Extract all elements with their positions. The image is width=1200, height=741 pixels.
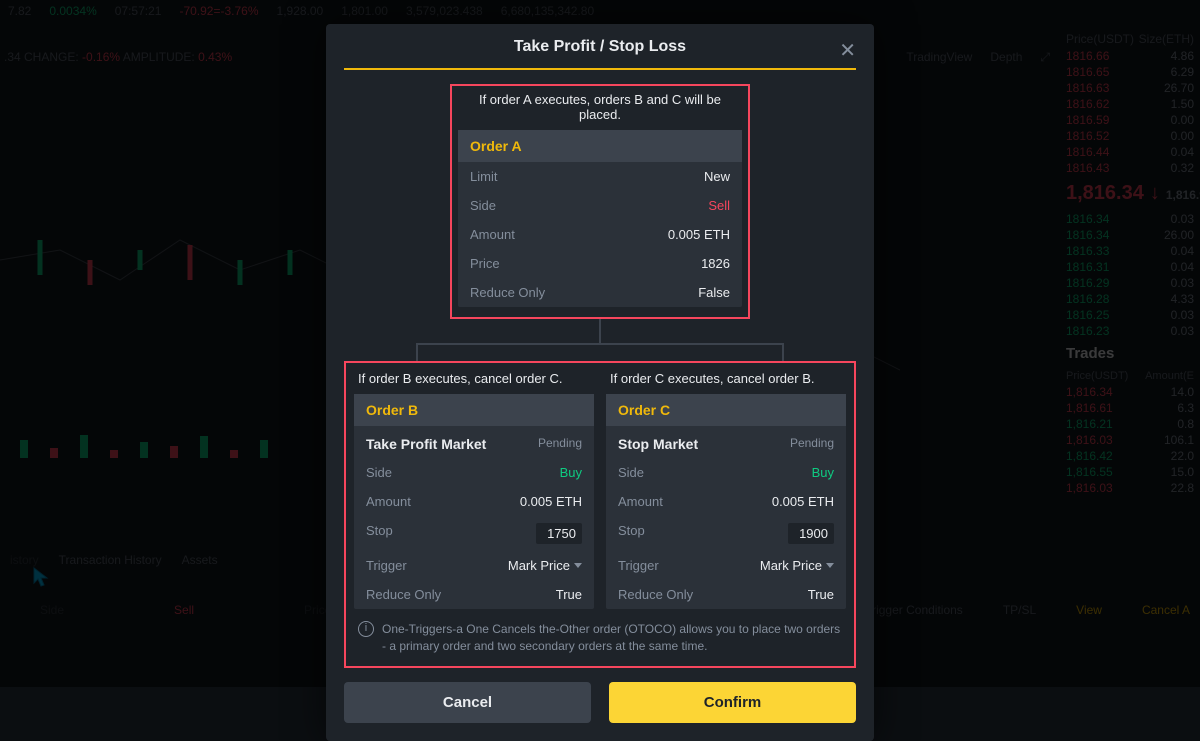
order-field-value: True xyxy=(556,587,582,602)
order-field-value: Buy xyxy=(560,465,582,480)
modal-title: Take Profit / Stop Loss xyxy=(326,24,874,68)
order-field-row: Amount 0.005 ETH xyxy=(606,487,846,516)
stop-price-input[interactable]: 1750 xyxy=(536,523,582,544)
order-field-key: Price xyxy=(470,256,500,271)
order-field-value: Sell xyxy=(708,198,730,213)
info-icon: i xyxy=(358,621,374,637)
order-field-key: Side xyxy=(366,465,392,480)
order-field-key: Amount xyxy=(618,494,663,509)
order-b-card: Order B Take Profit Market Pending Side Bu… xyxy=(354,394,594,609)
order-c-card: Order C Stop Market Pending Side Buy Amount… xyxy=(606,394,846,609)
connector-tee xyxy=(416,343,784,345)
order-c-description: If order C executes, cancel order B. xyxy=(606,371,846,394)
order-field-row: Price 1826 xyxy=(458,249,742,278)
order-a-description: If order A executes, orders B and C will… xyxy=(458,92,742,122)
order-field-key: Amount xyxy=(470,227,515,242)
order-c-status: Pending xyxy=(790,436,834,452)
order-field-key: Stop xyxy=(618,523,645,544)
order-c-header: Order C xyxy=(606,394,846,426)
order-field-value: False xyxy=(698,285,730,300)
order-field-value: True xyxy=(808,587,834,602)
order-field-row: Side Buy xyxy=(354,458,594,487)
otoco-info-text: One-Triggers-a One Cancels the-Other ord… xyxy=(382,621,842,656)
order-field-key: Trigger xyxy=(618,558,659,573)
order-c-type: Stop Market xyxy=(618,436,698,452)
order-field-row: Stop 1900 xyxy=(606,516,846,551)
order-field-value: 0.005 ETH xyxy=(772,494,834,509)
order-field-key: Reduce Only xyxy=(366,587,441,602)
chevron-down-icon xyxy=(574,563,582,568)
tpsl-modal: Take Profit / Stop Loss ✕ If order A exe… xyxy=(326,24,874,741)
order-field-row: Amount 0.005 ETH xyxy=(458,220,742,249)
stop-price-input[interactable]: 1900 xyxy=(788,523,834,544)
order-field-row: Reduce Only False xyxy=(458,278,742,307)
order-a-card: Order A Limit New Side Sell Amount 0.005 ETH P… xyxy=(458,130,742,307)
order-field-row: Trigger Mark Price xyxy=(354,551,594,580)
trigger-dropdown[interactable]: Mark Price xyxy=(760,558,834,573)
cancel-button[interactable]: Cancel xyxy=(344,682,591,723)
order-field-row: Side Sell xyxy=(458,191,742,220)
order-field-value: 0.005 ETH xyxy=(668,227,730,242)
order-field-key: Trigger xyxy=(366,558,407,573)
order-field-key: Reduce Only xyxy=(618,587,693,602)
order-field-key: Side xyxy=(618,465,644,480)
order-field-key: Amount xyxy=(366,494,411,509)
orders-bc-highlight: If order B executes, cancel order C. If … xyxy=(344,361,856,668)
order-a-header: Order A xyxy=(458,130,742,162)
connector-line xyxy=(599,319,601,343)
modal-divider xyxy=(344,68,856,70)
order-field-key: Side xyxy=(470,198,496,213)
order-field-row: Amount 0.005 ETH xyxy=(354,487,594,516)
order-field-key: Stop xyxy=(366,523,393,544)
order-field-row: Limit New xyxy=(458,162,742,191)
order-field-value: 0.005 ETH xyxy=(520,494,582,509)
order-field-key: Limit xyxy=(470,169,497,184)
order-field-value: Buy xyxy=(812,465,834,480)
order-field-row: Stop 1750 xyxy=(354,516,594,551)
order-field-row: Reduce Only True xyxy=(354,580,594,609)
order-field-row: Side Buy xyxy=(606,458,846,487)
order-field-value: 1826 xyxy=(701,256,730,271)
order-field-key: Reduce Only xyxy=(470,285,545,300)
chevron-down-icon xyxy=(826,563,834,568)
order-b-description: If order B executes, cancel order C. xyxy=(354,371,594,394)
order-b-header: Order B xyxy=(354,394,594,426)
trigger-dropdown[interactable]: Mark Price xyxy=(508,558,582,573)
otoco-info: i One-Triggers-a One Cancels the-Other o… xyxy=(354,609,846,658)
order-field-row: Reduce Only True xyxy=(606,580,846,609)
order-b-type: Take Profit Market xyxy=(366,436,486,452)
close-icon[interactable]: ✕ xyxy=(839,38,856,63)
order-a-highlight: If order A executes, orders B and C will… xyxy=(450,84,750,319)
confirm-button[interactable]: Confirm xyxy=(609,682,856,723)
order-field-value: New xyxy=(704,169,730,184)
order-field-row: Trigger Mark Price xyxy=(606,551,846,580)
order-b-status: Pending xyxy=(538,436,582,452)
